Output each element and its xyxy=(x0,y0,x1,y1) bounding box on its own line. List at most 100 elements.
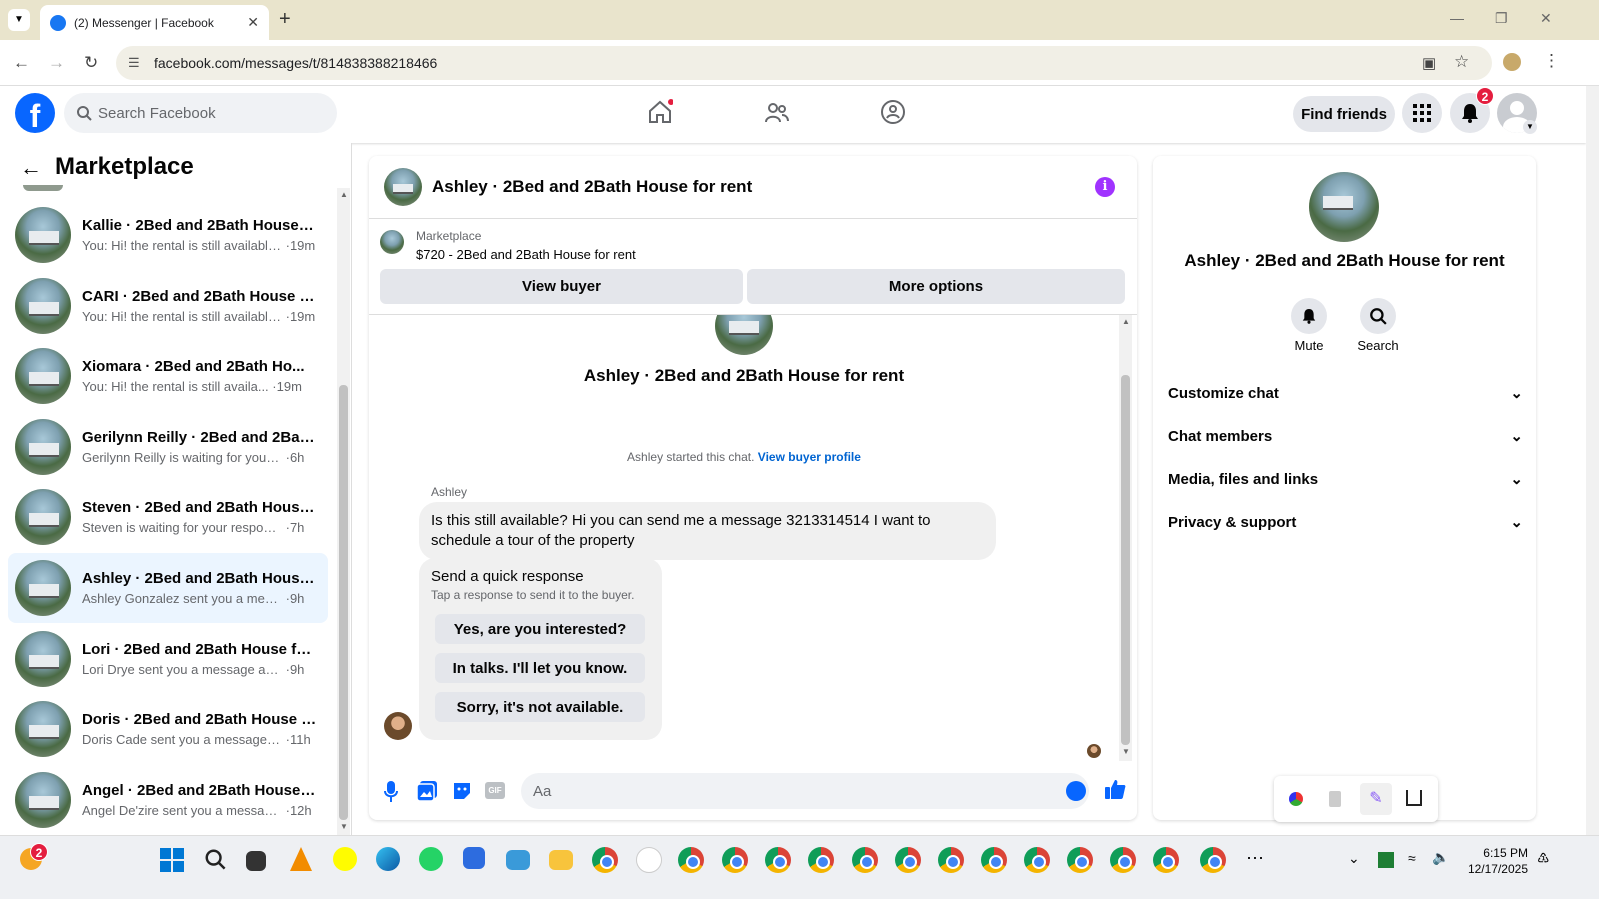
thumbs-up-icon[interactable] xyxy=(1104,778,1126,800)
more-apps-icon[interactable]: ⋯ xyxy=(1246,848,1264,869)
view-buyer-button[interactable]: View buyer xyxy=(380,269,743,304)
listing-title[interactable]: $720 - 2Bed and 2Bath House for rent xyxy=(416,247,636,262)
site-info-icon[interactable]: ☰ xyxy=(128,55,140,71)
microphone-icon[interactable] xyxy=(384,781,398,803)
groups-icon[interactable] xyxy=(880,99,906,125)
chat-title[interactable]: Ashley · 2Bed and 2Bath House for rent xyxy=(432,177,752,197)
message-bubble[interactable]: Is this still available? Hi you can send… xyxy=(419,502,996,560)
quick-reply-yes[interactable]: Yes, are you interested? xyxy=(435,614,645,644)
chrome-icon[interactable] xyxy=(765,847,791,873)
volume-icon[interactable]: 🔈 xyxy=(1432,849,1449,866)
profile-icon[interactable] xyxy=(1503,53,1521,71)
restore-icon[interactable]: ❐ xyxy=(1495,10,1508,27)
wifi-icon[interactable]: ≈ xyxy=(1408,850,1416,866)
app-window-icon[interactable] xyxy=(506,850,530,870)
color-wheel-icon[interactable] xyxy=(1289,792,1303,806)
forward-icon[interactable]: → xyxy=(48,53,65,73)
listing-thumbnail[interactable] xyxy=(380,230,404,254)
clock[interactable]: 6:15 PM 12/17/2025 xyxy=(1462,845,1528,877)
sidebar-scrollbar[interactable]: ▲ ▼ xyxy=(337,188,350,835)
photo-icon[interactable] xyxy=(417,781,437,801)
new-tab-button[interactable]: + xyxy=(279,8,291,31)
chart-icon[interactable] xyxy=(1406,790,1422,806)
facebook-search-input[interactable]: Search Facebook xyxy=(64,93,337,133)
chrome-icon[interactable] xyxy=(808,847,834,873)
sticker-icon[interactable] xyxy=(452,781,472,801)
task-view-icon[interactable] xyxy=(246,851,266,871)
edge-icon[interactable] xyxy=(376,847,400,871)
menu-grid-button[interactable] xyxy=(1402,93,1442,133)
home-icon[interactable] xyxy=(647,99,673,125)
conversation-item[interactable]: Xiomara · 2Bed and 2Bath Ho... You: Hi! t… xyxy=(8,341,328,411)
pen-icon[interactable]: ✎ xyxy=(1360,783,1392,815)
conversation-item[interactable]: CARI · 2Bed and 2Bath House fo... You: Hi… xyxy=(8,271,328,341)
start-icon[interactable] xyxy=(160,848,184,872)
tab-search-button[interactable]: ▼ xyxy=(8,9,30,31)
notification-bell-icon[interactable]: ♳ xyxy=(1537,850,1550,867)
media-files-links-row[interactable]: Media, files and links ⌄ xyxy=(1168,459,1523,499)
emoji-icon[interactable] xyxy=(1066,781,1086,801)
chrome-icon[interactable] xyxy=(592,847,618,873)
chrome-icon[interactable] xyxy=(938,847,964,873)
customize-chat-row[interactable]: Customize chat ⌄ xyxy=(1168,373,1523,413)
address-bar[interactable]: ☰ facebook.com/messages/t/81483838821846… xyxy=(116,46,1492,80)
message-input[interactable]: Aa xyxy=(521,773,1089,809)
minimize-icon[interactable]: — xyxy=(1450,10,1464,26)
conversation-item[interactable]: Kallie · 2Bed and 2Bath House f... You: H… xyxy=(8,200,328,270)
install-app-icon[interactable]: ▣ xyxy=(1422,54,1436,72)
browser-tab-messenger[interactable]: (2) Messenger | Facebook ✕ xyxy=(40,5,269,40)
snapchat-icon[interactable] xyxy=(333,847,357,871)
back-arrow-icon[interactable]: ← xyxy=(20,155,42,181)
view-buyer-profile-link[interactable]: View buyer profile xyxy=(758,450,861,464)
chat-avatar[interactable] xyxy=(384,168,422,206)
chrome-icon[interactable] xyxy=(1110,847,1136,873)
quick-reply-not-available[interactable]: Sorry, it's not available. xyxy=(435,692,645,722)
store-icon[interactable] xyxy=(463,847,485,869)
facebook-logo-icon[interactable]: f xyxy=(15,93,55,134)
back-icon[interactable]: ← xyxy=(13,53,30,73)
info-avatar[interactable] xyxy=(1309,172,1379,242)
mute-button[interactable]: Mute xyxy=(1287,298,1331,353)
whatsapp-icon[interactable] xyxy=(419,847,443,871)
vlc-icon[interactable] xyxy=(290,847,312,871)
conversation-item[interactable]: Steven · 2Bed and 2Bath House ... Steven … xyxy=(8,482,328,552)
tray-chevron-icon[interactable]: ⌄ xyxy=(1348,850,1360,867)
extension-icon[interactable] xyxy=(1329,791,1341,807)
chrome-icon[interactable] xyxy=(1067,847,1093,873)
sheets-tray-icon[interactable] xyxy=(1378,852,1394,868)
page-scrollbar[interactable] xyxy=(1586,86,1599,835)
chrome-icon[interactable] xyxy=(895,847,921,873)
conversation-item[interactable]: Doris · 2Bed and 2Bath House f... Doris C… xyxy=(8,694,328,764)
taskbar-search-icon[interactable] xyxy=(204,848,226,870)
conversation-info-icon[interactable]: i xyxy=(1095,177,1115,197)
chrome-icon[interactable] xyxy=(852,847,878,873)
close-tab-icon[interactable]: ✕ xyxy=(247,14,259,31)
chat-scrollbar[interactable]: ▲ ▼ xyxy=(1119,315,1132,761)
chrome-icon[interactable] xyxy=(678,847,704,873)
search-in-chat-button[interactable]: Search xyxy=(1355,298,1401,353)
conversation-item[interactable]: Angel · 2Bed and 2Bath House f... Angel D… xyxy=(8,765,328,835)
file-explorer-icon[interactable] xyxy=(549,850,573,870)
chat-members-row[interactable]: Chat members ⌄ xyxy=(1168,416,1523,456)
gif-icon[interactable]: GIF xyxy=(485,782,505,799)
friends-icon[interactable] xyxy=(764,101,790,125)
find-friends-button[interactable]: Find friends xyxy=(1293,96,1395,132)
account-chevron-icon[interactable]: ▼ xyxy=(1523,120,1537,134)
reload-icon[interactable]: ↻ xyxy=(84,53,98,73)
privacy-support-row[interactable]: Privacy & support ⌄ xyxy=(1168,502,1523,542)
browser-menu-icon[interactable]: ⋮ xyxy=(1543,51,1560,71)
conversation-item[interactable]: Gerilynn Reilly · 2Bed and 2Bath... Geril… xyxy=(8,412,328,482)
app-icon[interactable] xyxy=(636,847,662,873)
bookmark-star-icon[interactable]: ☆ xyxy=(1454,52,1469,72)
notifications-button[interactable]: 2 xyxy=(1450,87,1494,133)
chrome-icon[interactable] xyxy=(1153,847,1179,873)
chrome-icon[interactable] xyxy=(1024,847,1050,873)
close-window-icon[interactable]: ✕ xyxy=(1540,10,1552,27)
conversation-item[interactable]: Ashley · 2Bed and 2Bath House ... Ashley … xyxy=(8,553,328,623)
chrome-icon[interactable] xyxy=(1200,847,1226,873)
chrome-icon[interactable] xyxy=(722,847,748,873)
quick-reply-in-talks[interactable]: In talks. I'll let you know. xyxy=(435,653,645,683)
conversation-item[interactable]: Lori · 2Bed and 2Bath House for... Lori D… xyxy=(8,624,328,694)
more-options-button[interactable]: More options xyxy=(747,269,1125,304)
chrome-icon[interactable] xyxy=(981,847,1007,873)
